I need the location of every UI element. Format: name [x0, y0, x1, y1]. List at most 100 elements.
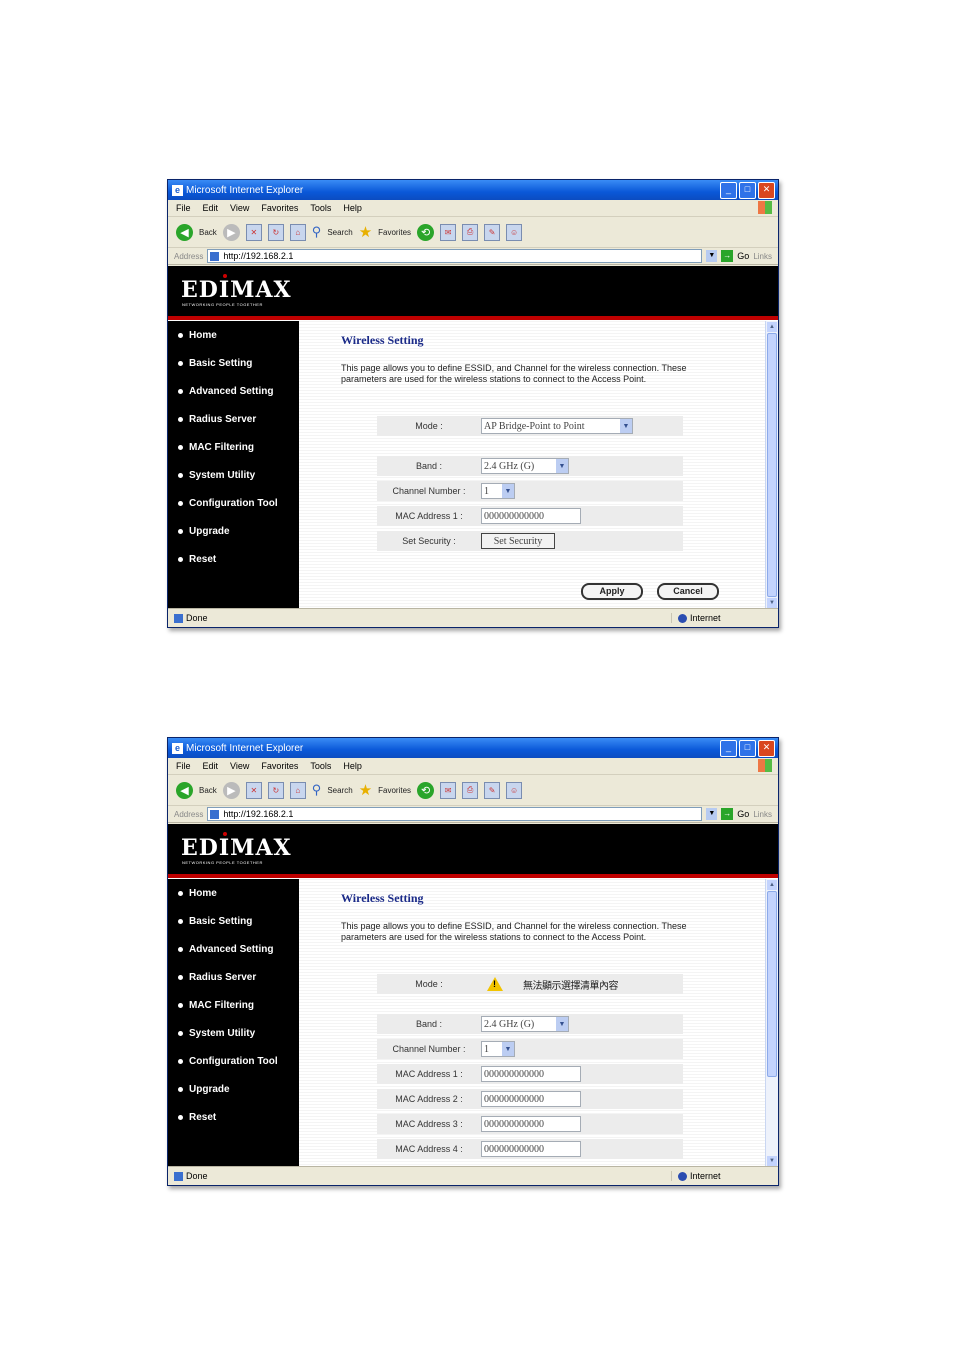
menu-edit[interactable]: Edit — [203, 761, 219, 771]
favorites-icon[interactable]: ★ — [359, 781, 372, 799]
refresh-icon[interactable]: ↻ — [267, 223, 284, 241]
messenger-icon[interactable]: ☺ — [506, 781, 523, 799]
messenger-icon[interactable]: ☺ — [506, 223, 523, 241]
go-icon[interactable]: → — [721, 250, 734, 262]
menu-help[interactable]: Help — [343, 203, 362, 213]
mac1-input[interactable]: 000000000000 — [481, 1066, 581, 1082]
vertical-scrollbar[interactable]: ▲ ▼ — [765, 321, 778, 609]
close-icon[interactable]: ✕ — [758, 181, 775, 199]
menu-help[interactable]: Help — [343, 761, 362, 771]
sidebar-item-mac-filtering[interactable]: MAC Filtering — [168, 991, 299, 1019]
favorites-label[interactable]: Favorites — [378, 786, 411, 795]
vertical-scrollbar[interactable]: ▲ ▼ — [765, 879, 778, 1167]
mac4-input[interactable]: 000000000000 — [481, 1141, 581, 1157]
sidebar-item-home[interactable]: Home — [168, 879, 299, 907]
sidebar-item-radius-server[interactable]: Radius Server — [168, 963, 299, 991]
forward-icon[interactable]: ▶ — [222, 781, 240, 799]
band-select[interactable]: 2.4 GHz (G) ▼ — [481, 458, 569, 474]
go-label[interactable]: Go — [737, 809, 749, 819]
close-icon[interactable]: ✕ — [758, 739, 775, 757]
address-dropdown-icon[interactable]: ▼ — [706, 250, 718, 262]
sidebar-item-reset[interactable]: Reset — [168, 1103, 299, 1131]
address-dropdown-icon[interactable]: ▼ — [706, 808, 718, 820]
sidebar-item-configuration-tool[interactable]: Configuration Tool — [168, 489, 299, 517]
scroll-up-icon[interactable]: ▲ — [767, 880, 777, 890]
minimize-icon[interactable]: _ — [720, 181, 737, 199]
minimize-icon[interactable]: _ — [720, 739, 737, 757]
mode-select[interactable]: AP Bridge-Point to Point ▼ — [481, 418, 633, 434]
history-icon[interactable]: ⟲ — [417, 223, 435, 241]
menu-tools[interactable]: Tools — [310, 203, 331, 213]
stop-icon[interactable]: ✕ — [245, 223, 262, 241]
chevron-down-icon[interactable]: ▼ — [556, 1017, 568, 1031]
mac2-input[interactable]: 000000000000 — [481, 1091, 581, 1107]
menu-favorites[interactable]: Favorites — [261, 203, 298, 213]
menu-view[interactable]: View — [230, 203, 249, 213]
sidebar-item-radius-server[interactable]: Radius Server — [168, 405, 299, 433]
home-icon[interactable]: ⌂ — [289, 223, 306, 241]
mac3-input[interactable]: 000000000000 — [481, 1116, 581, 1132]
print-icon[interactable]: ⎙ — [462, 781, 479, 799]
favorites-icon[interactable]: ★ — [359, 223, 372, 241]
sidebar-item-basic-setting[interactable]: Basic Setting — [168, 907, 299, 935]
set-security-button[interactable]: Set Security — [481, 533, 555, 549]
scroll-thumb[interactable] — [767, 891, 777, 1077]
search-label[interactable]: Search — [327, 786, 352, 795]
sidebar-item-upgrade[interactable]: Upgrade — [168, 517, 299, 545]
scroll-down-icon[interactable]: ▼ — [767, 1156, 777, 1166]
band-select[interactable]: 2.4 GHz (G) ▼ — [481, 1016, 569, 1032]
mail-icon[interactable]: ✉ — [440, 781, 457, 799]
sidebar-item-configuration-tool[interactable]: Configuration Tool — [168, 1047, 299, 1075]
chevron-down-icon[interactable]: ▼ — [502, 484, 514, 498]
sidebar-item-reset[interactable]: Reset — [168, 545, 299, 573]
forward-icon[interactable]: ▶ — [222, 223, 240, 241]
scroll-thumb[interactable] — [767, 333, 777, 597]
maximize-icon[interactable]: □ — [739, 181, 756, 199]
sidebar-item-advanced-setting[interactable]: Advanced Setting — [168, 935, 299, 963]
scroll-up-icon[interactable]: ▲ — [767, 322, 777, 332]
menu-tools[interactable]: Tools — [310, 761, 331, 771]
sidebar-item-system-utility[interactable]: System Utility — [168, 461, 299, 489]
chevron-down-icon[interactable]: ▼ — [502, 1042, 514, 1056]
stop-icon[interactable]: ✕ — [245, 781, 262, 799]
channel-select[interactable]: 1 ▼ — [481, 1041, 515, 1057]
mac1-input[interactable]: 000000000000 — [481, 508, 581, 524]
menu-file[interactable]: File — [176, 203, 191, 213]
apply-button[interactable]: Apply — [581, 583, 643, 600]
menu-file[interactable]: File — [176, 761, 191, 771]
sidebar-item-mac-filtering[interactable]: MAC Filtering — [168, 433, 299, 461]
favorites-label[interactable]: Favorites — [378, 228, 411, 237]
menu-favorites[interactable]: Favorites — [261, 761, 298, 771]
chevron-down-icon[interactable]: ▼ — [556, 459, 568, 473]
back-label[interactable]: Back — [199, 786, 217, 795]
address-input[interactable]: http://192.168.2.1 — [207, 807, 703, 821]
cancel-button[interactable]: Cancel — [657, 583, 719, 600]
chevron-down-icon[interactable]: ▼ — [620, 419, 632, 433]
sidebar-item-advanced-setting[interactable]: Advanced Setting — [168, 377, 299, 405]
go-icon[interactable]: → — [721, 808, 734, 820]
back-label[interactable]: Back — [199, 228, 217, 237]
links-label[interactable]: Links — [753, 252, 772, 261]
channel-select[interactable]: 1 ▼ — [481, 483, 515, 499]
maximize-icon[interactable]: □ — [739, 739, 756, 757]
back-icon[interactable]: ◀ — [176, 223, 193, 241]
links-label[interactable]: Links — [753, 810, 772, 819]
back-icon[interactable]: ◀ — [176, 781, 193, 799]
sidebar-item-home[interactable]: Home — [168, 321, 299, 349]
search-label[interactable]: Search — [327, 228, 352, 237]
scroll-down-icon[interactable]: ▼ — [767, 598, 777, 608]
print-icon[interactable]: ⎙ — [462, 223, 479, 241]
go-label[interactable]: Go — [737, 251, 749, 261]
edit-icon[interactable]: ✎ — [484, 223, 501, 241]
edit-icon[interactable]: ✎ — [484, 781, 501, 799]
mail-icon[interactable]: ✉ — [440, 223, 457, 241]
search-icon[interactable]: ⚲ — [312, 782, 322, 798]
history-icon[interactable]: ⟲ — [417, 781, 435, 799]
sidebar-item-basic-setting[interactable]: Basic Setting — [168, 349, 299, 377]
search-icon[interactable]: ⚲ — [312, 224, 322, 240]
menu-edit[interactable]: Edit — [203, 203, 219, 213]
refresh-icon[interactable]: ↻ — [267, 781, 284, 799]
home-icon[interactable]: ⌂ — [289, 781, 306, 799]
menu-view[interactable]: View — [230, 761, 249, 771]
sidebar-item-upgrade[interactable]: Upgrade — [168, 1075, 299, 1103]
